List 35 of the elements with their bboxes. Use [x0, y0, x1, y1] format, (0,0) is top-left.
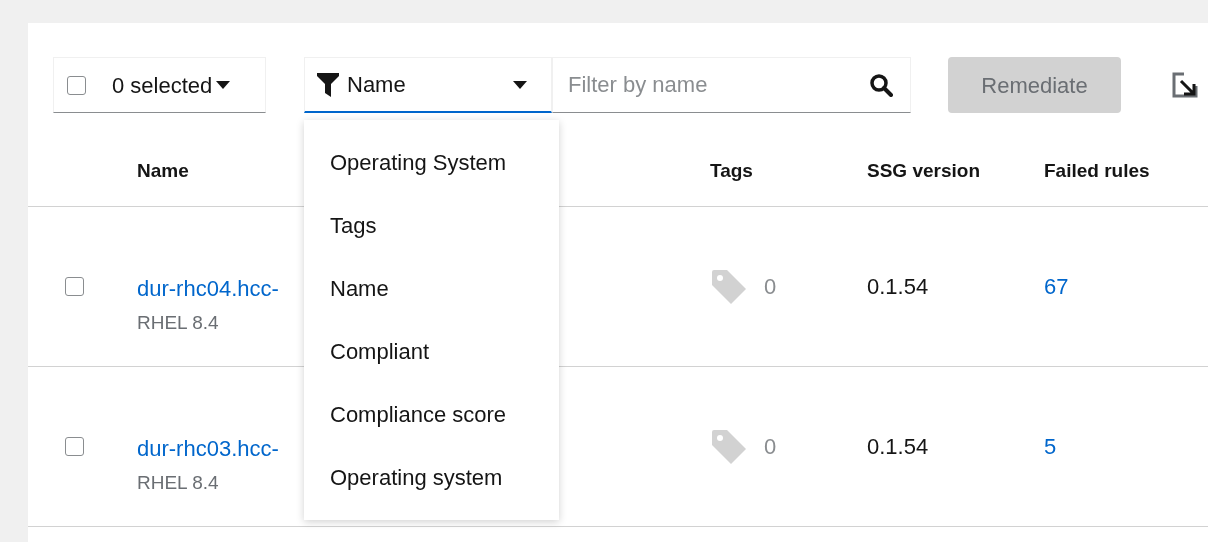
tag-count: 0 [764, 273, 777, 301]
column-header[interactable]: Tags [710, 160, 753, 182]
caret-icon [513, 80, 527, 89]
column-header[interactable]: SSG version [867, 160, 980, 182]
column-header[interactable]: Name [137, 160, 189, 182]
checkbox[interactable] [65, 277, 84, 296]
failed-rules-link[interactable]: 5 [1044, 434, 1057, 459]
filter-label: Name [347, 71, 407, 99]
filter-dropdown[interactable]: Name [304, 57, 552, 113]
column-header[interactable]: Failed rules [1044, 160, 1150, 182]
os-label: RHEL 8.4 [137, 310, 219, 335]
os-label: RHEL 8.4 [137, 470, 219, 495]
tag-count: 0 [764, 433, 777, 461]
tag-icon [710, 427, 748, 466]
bulk-select[interactable]: 0 selected [53, 57, 266, 113]
menu-item[interactable]: Tags [304, 194, 559, 257]
host-link[interactable]: dur-rhc03.hcc- [137, 431, 279, 465]
selected-count: 0 selected [112, 71, 213, 100]
menu-item[interactable]: Operating System [304, 131, 559, 194]
tag-icon [710, 267, 748, 306]
menu-item[interactable]: Name [304, 257, 559, 320]
caret-icon [216, 81, 231, 89]
search-field[interactable]: Filter by name [552, 57, 911, 113]
failed-rules-link[interactable]: 67 [1044, 274, 1069, 299]
menu-item[interactable]: Compliant [304, 320, 559, 383]
ssg-version: 0.1.54 [867, 274, 929, 299]
ssg-version: 0.1.54 [867, 434, 929, 459]
menu-item[interactable]: Compliance score [304, 383, 559, 446]
search-icon [869, 73, 893, 97]
export-icon[interactable] [1172, 72, 1198, 98]
checkbox[interactable] [65, 437, 84, 456]
menu-item[interactable]: Operating system [304, 446, 559, 509]
host-link[interactable]: dur-rhc04.hcc- [137, 271, 279, 305]
checkbox[interactable] [67, 75, 86, 95]
filter-icon [317, 72, 339, 97]
